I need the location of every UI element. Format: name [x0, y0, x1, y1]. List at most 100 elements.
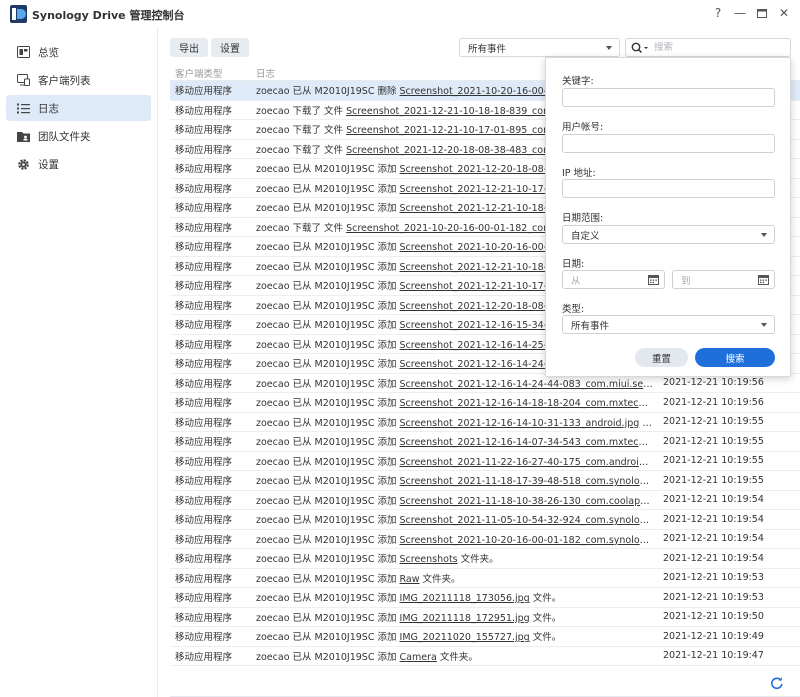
event-filter-value: 所有事件 [468, 43, 507, 55]
file-link[interactable]: Screenshot_2021-12-16-14-10-31-133_andro… [400, 418, 640, 429]
file-link[interactable]: IMG_20211118_172951.jpg [400, 613, 530, 624]
search-input[interactable] [654, 42, 774, 53]
file-link[interactable]: Screenshot_2021-11-18-10-38-26-130_com.c… [400, 496, 653, 507]
date-range-select[interactable]: 自定义 [562, 225, 775, 244]
sidebar-item-label: 设置 [38, 158, 59, 171]
log-text: zoecao 已从 M2010J19SC 添加 [256, 320, 400, 332]
date-from-field[interactable]: 从 [562, 270, 665, 289]
file-link[interactable]: Screenshot_2021-12-16-14-24-44-083_com.m… [400, 379, 653, 390]
timestamp-cell: 2021-12-21 10:19:47 [663, 650, 764, 662]
sidebar-item-team-folder[interactable]: 团队文件夹 [6, 123, 151, 149]
table-row[interactable]: 移动应用程序 zoecao 已从 M2010J19SC 添加 Screenshot… [170, 491, 800, 510]
settings-button[interactable]: 设置 [211, 38, 249, 57]
type-label: 类型: [562, 304, 585, 315]
file-link[interactable]: Screenshots [400, 554, 458, 565]
client-type-cell: 移动应用程序 [175, 515, 233, 527]
log-cell: zoecao 已从 M2010J19SC 添加 Screenshot_2021-… [253, 473, 653, 487]
user-account-label: 用户帐号: [562, 122, 604, 133]
client-type-cell: 移动应用程序 [175, 651, 233, 663]
client-type-cell: 移动应用程序 [175, 320, 233, 332]
table-row[interactable]: 移动应用程序 zoecao 已从 M2010J19SC 添加 IMG_202111… [170, 608, 800, 627]
client-type-cell: 移动应用程序 [175, 593, 233, 605]
sidebar-item-client-list[interactable]: 客户端列表 [6, 67, 151, 93]
log-text: zoecao 下载了 文件 [256, 125, 347, 137]
file-link[interactable]: Screenshot_2021-12-16-14-18-18-204_com.m… [400, 398, 653, 409]
table-row[interactable]: 移动应用程序 zoecao 已从 M2010J19SC 添加 Screenshot… [170, 549, 800, 569]
column-header-client-type[interactable]: 客户端类型 [170, 66, 253, 80]
file-link[interactable]: IMG_20211118_173056.jpg [400, 593, 530, 604]
close-button[interactable]: ✕ [774, 4, 794, 22]
type-select[interactable]: 所有事件 [562, 315, 775, 334]
sidebar-item-label: 客户端列表 [38, 74, 91, 87]
table-row[interactable]: 移动应用程序 zoecao 已从 M2010J19SC 添加 Screenshot… [170, 530, 800, 549]
log-cell: zoecao 已从 M2010J19SC 添加 Raw 文件夹。 [253, 571, 653, 585]
log-text: zoecao 已从 M2010J19SC 添加 [256, 534, 400, 546]
ip-address-label: IP 地址: [562, 168, 596, 179]
client-list-icon [16, 73, 30, 87]
search-icon[interactable] [631, 42, 651, 54]
file-link[interactable]: Raw [400, 574, 420, 585]
client-type-cell: 移动应用程序 [175, 554, 233, 566]
file-link[interactable]: Screenshot_2021-11-22-16-27-40-175_com.a… [400, 457, 653, 468]
log-cell: zoecao 已从 M2010J19SC 添加 Screenshot_2021-… [253, 532, 653, 546]
table-row[interactable]: 移动应用程序 zoecao 已从 M2010J19SC 添加 Screenshot… [170, 413, 800, 432]
table-row[interactable]: 移动应用程序 zoecao 已从 M2010J19SC 添加 Screenshot… [170, 510, 800, 530]
timestamp-cell: 2021-12-21 10:19:54 [663, 533, 764, 545]
sidebar-item-label: 总览 [38, 46, 59, 59]
client-type-cell: 移动应用程序 [175, 261, 233, 273]
refresh-icon[interactable] [770, 676, 784, 690]
log-cell: zoecao 已从 M2010J19SC 添加 Screenshots 文件夹。 [253, 551, 653, 565]
search-button[interactable]: 搜索 [695, 348, 775, 367]
date-to-field[interactable]: 到 [672, 270, 775, 289]
log-text: zoecao 已从 M2010J19SC 添加 [256, 632, 400, 644]
calendar-icon[interactable] [648, 275, 659, 285]
log-text: zoecao 已从 M2010J19SC 添加 [256, 651, 400, 663]
export-button[interactable]: 导出 [170, 38, 208, 57]
table-row[interactable]: 移动应用程序 zoecao 已从 M2010J19SC 添加 Screenshot… [170, 471, 800, 491]
search-box[interactable] [625, 38, 791, 57]
client-type-cell: 移动应用程序 [175, 86, 233, 98]
date-label: 日期: [562, 259, 585, 270]
table-row[interactable]: 移动应用程序 zoecao 已从 M2010J19SC 添加 Screenshot… [170, 452, 800, 471]
table-row[interactable]: 移动应用程序 zoecao 已从 M2010J19SC 添加 Screenshot… [170, 393, 800, 413]
table-row[interactable]: 移动应用程序 zoecao 已从 M2010J19SC 添加 IMG_202111… [170, 588, 800, 608]
date-to-placeholder: 到 [681, 275, 691, 287]
reset-button[interactable]: 重置 [635, 348, 688, 367]
calendar-icon[interactable] [758, 275, 769, 285]
file-link[interactable]: Camera [400, 652, 437, 663]
log-text: zoecao 已从 M2010J19SC 添加 [256, 164, 400, 176]
timestamp-cell: 2021-12-21 10:19:55 [663, 435, 764, 447]
table-row[interactable]: 移动应用程序 zoecao 已从 M2010J19SC 添加 Screenshot… [170, 432, 800, 452]
file-link[interactable]: Screenshot_2021-10-20-16-00-01-182_com.s… [400, 535, 653, 546]
help-button[interactable]: ? [708, 4, 728, 22]
sidebar-item-settings[interactable]: 设置 [6, 151, 151, 177]
log-text: zoecao 下载了 文件 [256, 222, 347, 234]
synology-drive-logo-icon [10, 5, 27, 23]
table-row[interactable]: 移动应用程序 zoecao 已从 M2010J19SC 添加 Raw 文件夹。 20… [170, 569, 800, 588]
sidebar-item-log[interactable]: 日志 [6, 95, 151, 121]
client-type-cell: 移动应用程序 [175, 281, 233, 293]
log-suffix: 文件夹。 [457, 554, 499, 566]
team-folder-icon [16, 129, 30, 143]
sidebar-item-overview[interactable]: 总览 [6, 39, 151, 65]
client-type-cell: 移动应用程序 [175, 495, 233, 507]
keyword-input[interactable] [562, 88, 775, 107]
file-link[interactable]: Screenshot_2021-12-16-14-07-34-543_com.m… [400, 437, 653, 448]
event-filter-select[interactable]: 所有事件 [459, 38, 620, 57]
column-header-log[interactable]: 日志 [253, 66, 275, 80]
maximize-button[interactable] [752, 4, 772, 22]
sidebar-item-label: 日志 [38, 102, 59, 115]
table-row[interactable]: 移动应用程序 zoecao 已从 M2010J19SC 添加 Camera 文件夹… [170, 647, 800, 666]
user-account-input[interactable] [562, 134, 775, 153]
file-link[interactable]: Screenshot_2021-11-18-17-39-48-518_com.s… [400, 476, 653, 487]
ip-address-input[interactable] [562, 179, 775, 198]
log-cell: zoecao 已从 M2010J19SC 添加 Screenshot_2021-… [253, 454, 653, 468]
client-type-cell: 移动应用程序 [175, 144, 233, 156]
table-row[interactable]: 移动应用程序 zoecao 已从 M2010J19SC 添加 IMG_202110… [170, 627, 800, 647]
minimize-button[interactable]: — [730, 4, 750, 22]
file-link[interactable]: Screenshot_2021-11-05-10-54-32-924_com.s… [400, 515, 653, 526]
client-type-cell: 移动应用程序 [175, 105, 233, 117]
client-type-cell: 移动应用程序 [175, 476, 233, 488]
timestamp-cell: 2021-12-21 10:19:53 [663, 591, 764, 603]
file-link[interactable]: IMG_20211020_155727.jpg [400, 632, 530, 643]
